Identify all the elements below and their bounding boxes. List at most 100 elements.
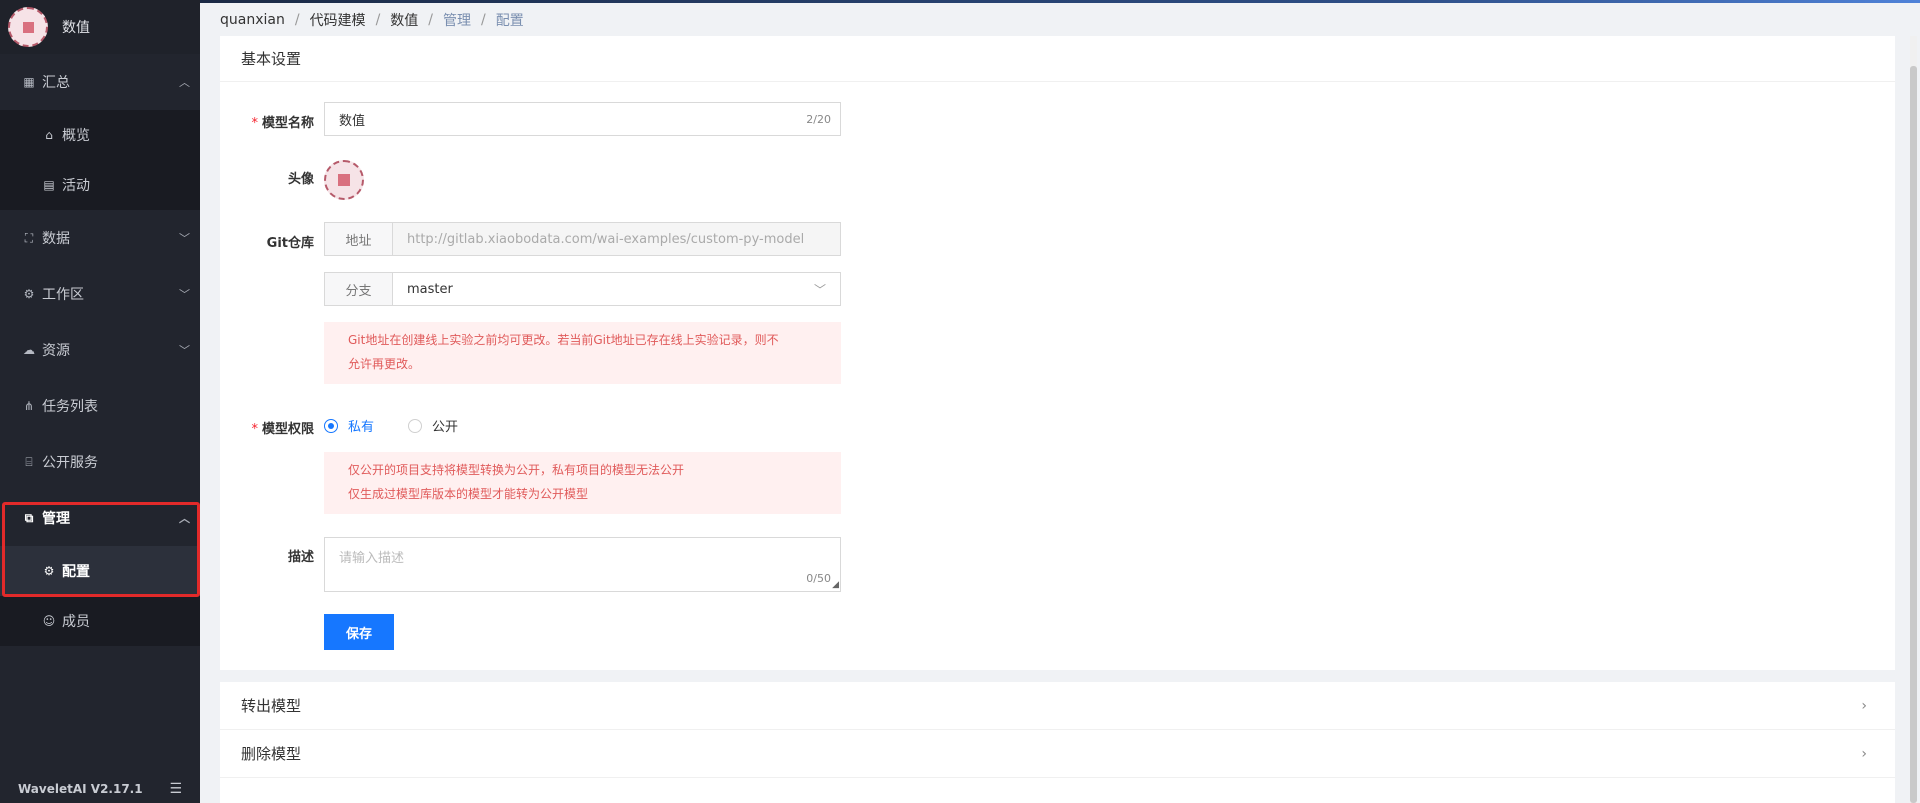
calendar-icon: ▤: [43, 178, 55, 192]
scrollbar-thumb[interactable]: [1910, 66, 1917, 803]
radio-dot: [408, 418, 423, 433]
breadcrumb-item[interactable]: 数值: [390, 10, 418, 30]
menu-fold-icon[interactable]: ☰: [169, 781, 182, 797]
project-header[interactable]: 数值: [0, 0, 200, 54]
share-nodes-icon: ⋔: [23, 399, 35, 413]
sidebar-item-summary[interactable]: ▦ 汇总 ︿: [0, 54, 200, 110]
radio-label: 私有: [348, 420, 375, 435]
sidebar-item-admin[interactable]: ⧉ 管理 ︿: [0, 490, 200, 546]
breadcrumb-item[interactable]: quanxian: [220, 12, 285, 28]
git-branch-select[interactable]: 分支 master ﹀: [324, 272, 841, 306]
breadcrumb-separator: /: [294, 12, 300, 28]
basic-settings-card: 基本设置 * 模型名称 数值 2/20 头像 Git仓库 地址 http://gi…: [220, 36, 1895, 670]
sidebar-item-public-service[interactable]: ⌸ 公开服务: [0, 434, 200, 490]
breadcrumb: quanxian / 代码建模 / 数值 / 管理 / 配置: [220, 10, 524, 30]
chevron-down-icon: ﹀: [179, 288, 190, 301]
required-mark: *: [251, 422, 258, 437]
description-textarea[interactable]: 请输入描述 0/50 ◢: [324, 537, 841, 592]
model-avatar[interactable]: [324, 160, 364, 200]
sidebar-footer: WaveletAI V2.17.1 ☰: [0, 775, 200, 803]
top-accent-bar: [200, 0, 1920, 3]
save-button[interactable]: 保存: [324, 614, 394, 650]
git-branch-value: master: [407, 281, 453, 297]
version-label: WaveletAI V2.17.1: [18, 782, 143, 796]
chevron-down-icon: ﹀: [179, 232, 190, 245]
chevron-up-icon: ︿: [179, 76, 190, 89]
permission-label: * 模型权限: [251, 422, 314, 437]
model-name-label: * 模型名称: [251, 116, 314, 131]
sidebar: 数值 ▦ 汇总 ︿ ⌂ 概览 ▤ 活动 ⛶ 数据 ﹀ ⚙ 工作区 ﹀ ☁ 资源 …: [0, 0, 200, 803]
breadcrumb-item[interactable]: 代码建模: [310, 10, 366, 30]
sidebar-item-label: 概览: [62, 128, 90, 144]
sidebar-item-resources[interactable]: ☁ 资源 ﹀: [0, 322, 200, 378]
git-address-value: http://gitlab.xiaobodata.com/wai-example…: [407, 231, 805, 247]
chevron-down-icon: ﹀: [179, 344, 190, 357]
sidebar-item-tasks[interactable]: ⋔ 任务列表: [0, 378, 200, 434]
cloud-icon: ☁: [23, 343, 35, 357]
permission-alert: 仅公开的项目支持将模型转换为公开，私有项目的模型无法公开 仅生成过模型库版本的模…: [324, 452, 841, 514]
model-name-value: 数值: [339, 113, 366, 129]
sidebar-item-overview[interactable]: ⌂ 概览: [0, 110, 200, 160]
sidebar-item-config[interactable]: ⚙ 配置: [0, 546, 200, 596]
admin-icon: ⧉: [24, 511, 34, 525]
alert-line: 允许再更改。: [348, 357, 421, 371]
user-icon: ☺: [42, 614, 56, 628]
home-icon: ⌂: [45, 128, 53, 142]
address-prefix: 地址: [325, 223, 393, 255]
required-mark: *: [251, 116, 258, 131]
sidebar-item-label: 配置: [62, 564, 90, 580]
breadcrumb-item[interactable]: 管理: [443, 10, 471, 30]
radio-private[interactable]: 私有: [324, 416, 374, 435]
alert-line: 仅生成过模型库版本的模型才能转为公开模型: [348, 487, 589, 501]
sidebar-item-label: 资源: [42, 343, 70, 359]
sidebar-item-label: 成员: [62, 614, 90, 630]
git-address-field: 地址 http://gitlab.xiaobodata.com/wai-exam…: [324, 222, 841, 256]
chevron-right-icon: ›: [1861, 745, 1867, 762]
project-avatar: [8, 7, 48, 47]
avatar-label: 头像: [287, 172, 314, 187]
storefront-icon: ⌸: [25, 455, 33, 469]
sidebar-item-workspace[interactable]: ⚙ 工作区 ﹀: [0, 266, 200, 322]
grid-icon: ▦: [23, 75, 35, 89]
model-name-input[interactable]: 数值 2/20: [324, 102, 841, 136]
git-repo-label: Git仓库: [266, 236, 314, 251]
radio-label: 公开: [432, 420, 459, 435]
radio-public[interactable]: 公开: [408, 416, 458, 435]
chevron-right-icon: ›: [1861, 697, 1867, 714]
sidebar-item-members[interactable]: ☺ 成员: [0, 596, 200, 646]
description-label: 描述: [287, 550, 314, 565]
gear-icon: ⚙: [43, 564, 55, 578]
delete-model-row[interactable]: 删除模型 ›: [220, 730, 1895, 778]
sitemap-icon: ⛶: [24, 231, 34, 245]
project-name: 数值: [62, 20, 90, 36]
chevron-up-icon: ︿: [179, 512, 190, 525]
sidebar-item-label: 汇总: [42, 75, 70, 91]
breadcrumb-separator: /: [428, 12, 433, 28]
sidebar-item-label: 数据: [42, 231, 70, 247]
breadcrumb-current: 配置: [495, 13, 524, 29]
sidebar-item-data[interactable]: ⛶ 数据 ﹀: [0, 210, 200, 266]
sidebar-item-activity[interactable]: ▤ 活动: [0, 160, 200, 210]
permission-radio-group: 私有 公开: [324, 416, 492, 435]
breadcrumb-separator: /: [375, 12, 381, 28]
char-count: 0/50: [806, 572, 831, 585]
branch-prefix: 分支: [325, 273, 393, 305]
sidebar-item-label: 公开服务: [42, 455, 98, 471]
delete-model-label: 删除模型: [241, 745, 302, 763]
resize-handle-icon[interactable]: ◢: [832, 580, 839, 590]
export-model-label: 转出模型: [241, 697, 302, 715]
chevron-down-icon: ﹀: [813, 282, 826, 297]
git-alert: Git地址在创建线上实验之前均可更改。若当前Git地址已存在线上实验记录，则不 …: [324, 322, 841, 384]
section-title: 基本设置: [220, 36, 1895, 82]
settings-icon: ⚙: [23, 287, 35, 301]
alert-line: Git地址在创建线上实验之前均可更改。若当前Git地址已存在线上实验记录，则不: [348, 333, 779, 347]
char-count: 2/20: [806, 112, 831, 126]
radio-dot: [324, 418, 338, 433]
page-scrollbar[interactable]: [1910, 36, 1917, 803]
alert-line: 仅公开的项目支持将模型转换为公开，私有项目的模型无法公开: [348, 463, 685, 477]
sidebar-item-label: 工作区: [42, 287, 84, 303]
export-model-row[interactable]: 转出模型 ›: [220, 682, 1895, 730]
sidebar-item-label: 活动: [62, 178, 90, 194]
submenu-summary: ⌂ 概览 ▤ 活动: [0, 110, 200, 210]
description-placeholder: 请输入描述: [339, 551, 405, 566]
